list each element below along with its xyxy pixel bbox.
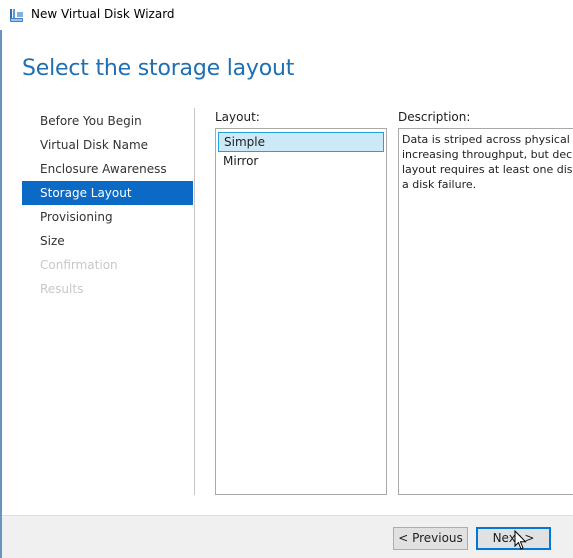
nav-item-before-you-begin[interactable]: Before You Begin	[22, 109, 193, 133]
previous-button[interactable]: < Previous	[393, 527, 468, 550]
wizard-step-nav: Before You Begin Virtual Disk Name Enclo…	[22, 109, 193, 301]
window-border	[0, 30, 2, 558]
nav-item-confirmation: Confirmation	[40, 258, 118, 272]
nav-item-virtual-disk-name[interactable]: Virtual Disk Name	[22, 133, 193, 157]
description-label: Description:	[398, 110, 471, 124]
description-text: Data is striped across physical di incre…	[402, 133, 573, 191]
description-box: Data is striped across physical di incre…	[398, 128, 573, 495]
window-title: New Virtual Disk Wizard	[31, 7, 175, 21]
nav-item-size[interactable]: Size	[22, 229, 193, 253]
layout-label: Layout:	[215, 110, 260, 124]
nav-item-provisioning[interactable]: Provisioning	[22, 205, 193, 229]
page-title: Select the storage layout	[22, 56, 295, 81]
layout-listbox[interactable]: Simple Mirror	[215, 128, 387, 495]
layout-option-mirror[interactable]: Mirror	[218, 152, 384, 172]
title-bar[interactable]: New Virtual Disk Wizard	[0, 0, 573, 30]
nav-item-storage-layout[interactable]: Storage Layout	[22, 181, 193, 205]
nav-item-results: Results	[40, 282, 84, 296]
wizard-window: New Virtual Disk Wizard Select the stora…	[0, 0, 573, 558]
nav-item-enclosure-awareness[interactable]: Enclosure Awareness	[22, 157, 193, 181]
mouse-cursor-icon	[514, 529, 528, 552]
layout-option-simple[interactable]: Simple	[218, 132, 384, 152]
virtual-disk-wizard-icon	[9, 7, 25, 23]
nav-divider	[194, 108, 195, 495]
